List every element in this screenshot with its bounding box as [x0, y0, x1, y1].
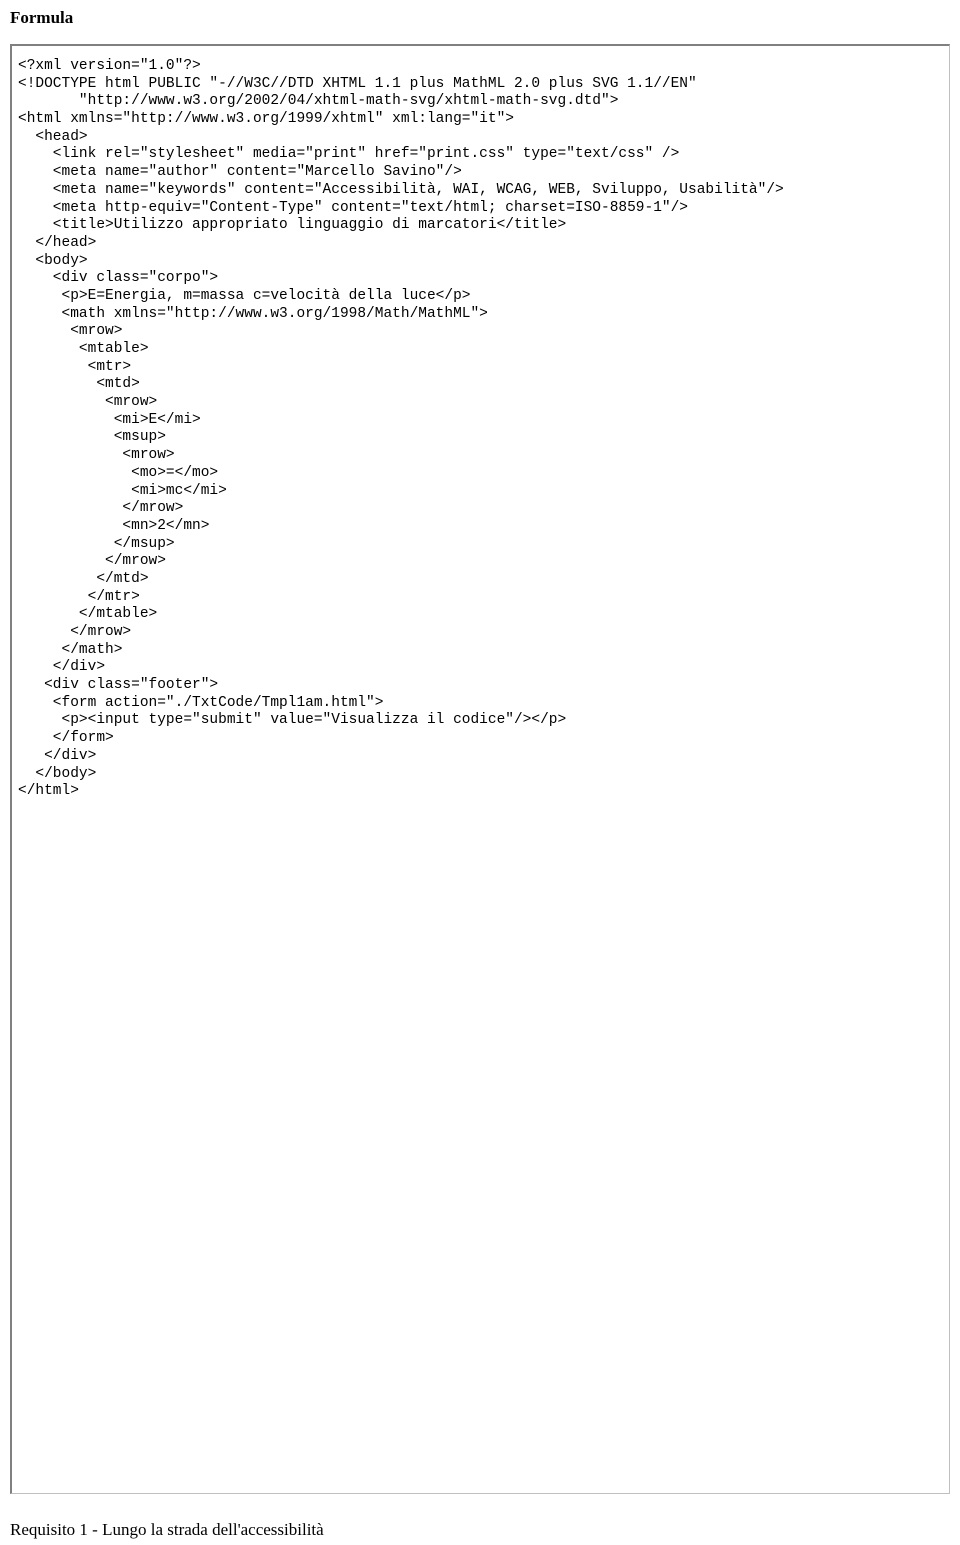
code-block-container: <?xml version="1.0"?> <!DOCTYPE html PUB… [10, 44, 950, 1494]
document-page: Formula <?xml version="1.0"?> <!DOCTYPE … [0, 0, 960, 1504]
page-footer-text: Requisito 1 - Lungo la strada dell'acces… [10, 1520, 324, 1540]
code-block: <?xml version="1.0"?> <!DOCTYPE html PUB… [18, 58, 943, 801]
section-heading: Formula [10, 8, 950, 28]
